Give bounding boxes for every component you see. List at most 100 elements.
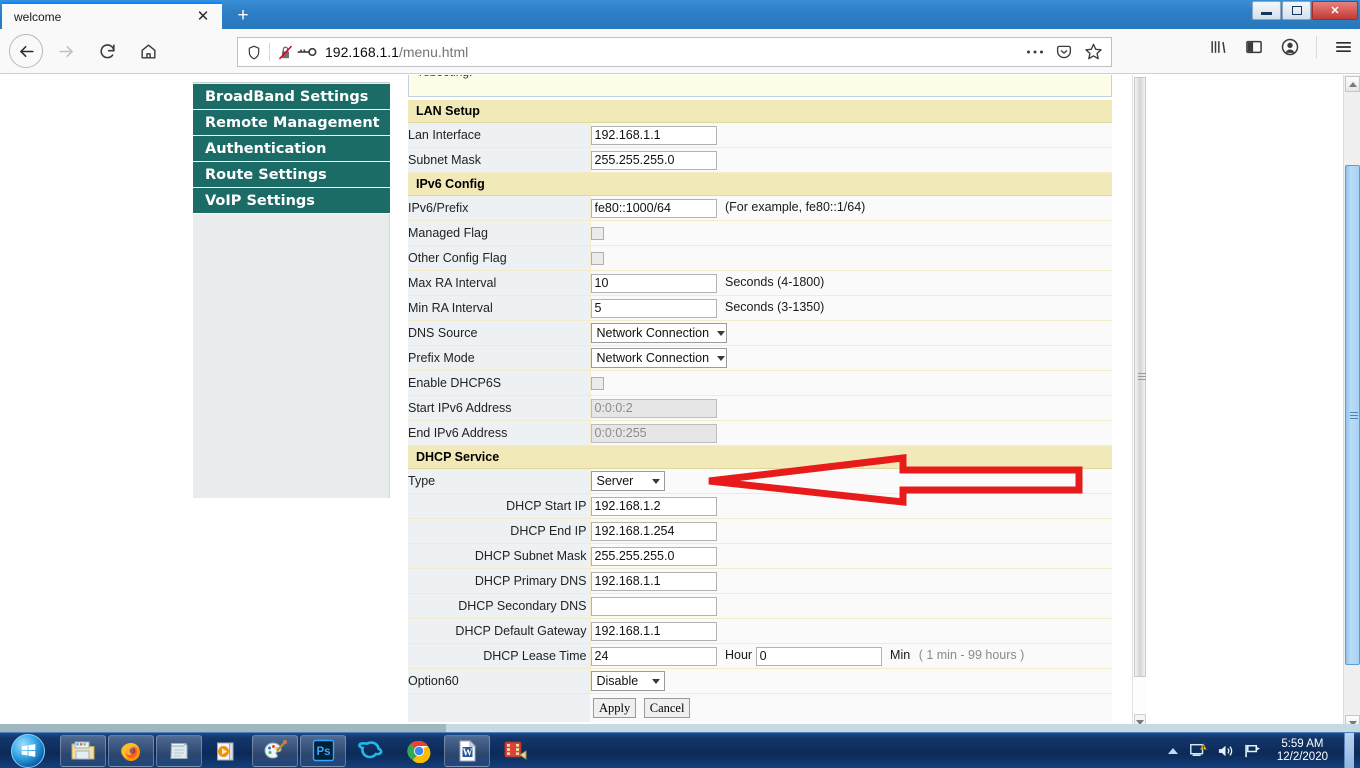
sidebar-item-label: Authentication — [205, 141, 327, 157]
url-divider — [269, 43, 270, 61]
taskbar-clock[interactable]: 5:59 AM 12/2/2020 — [1271, 738, 1334, 764]
restore-button[interactable] — [1282, 1, 1311, 20]
sidebar-toggle-icon[interactable] — [1244, 37, 1264, 57]
scrolled-off-notice: rebooting. — [408, 75, 1112, 97]
dhcp-lease-minutes-input[interactable] — [755, 646, 882, 666]
taskbar-item-media-player[interactable] — [204, 735, 250, 767]
url-text[interactable]: 192.168.1.1/menu.html — [325, 44, 468, 60]
taskbar-item-notepad[interactable] — [156, 734, 202, 767]
taskbar-item-google-chrome[interactable] — [396, 735, 442, 767]
label-dhcp-start-ip: DHCP Start IP — [408, 493, 591, 519]
tab-strip: welcome ✕ + — [0, 0, 1240, 29]
taskbar-item-photoshop[interactable]: Ps — [300, 734, 346, 767]
managed-flag-checkbox[interactable] — [590, 227, 604, 241]
option60-select[interactable]: Disable — [590, 671, 665, 691]
sidebar-item-broadband-settings[interactable]: BroadBand Settings — [193, 84, 390, 110]
scrolled-off-text: rebooting. — [419, 75, 472, 79]
ellipsis-icon[interactable] — [1026, 49, 1044, 55]
start-button[interactable] — [2, 733, 54, 768]
star-bookmark-icon[interactable] — [1084, 42, 1103, 61]
subnet-mask-input[interactable] — [590, 150, 717, 170]
table-row: Managed Flag — [408, 220, 1112, 246]
apply-button[interactable]: Apply — [593, 697, 637, 718]
windows-start-orb-icon — [11, 733, 45, 768]
browser-window: welcome ✕ + ✕ 192.168.1.1/menu.html Broa… — [0, 0, 1360, 768]
sidebar-item-label: BroadBand Settings — [205, 89, 369, 105]
library-icon[interactable] — [1208, 37, 1228, 57]
chevron-down-icon — [651, 678, 660, 684]
dhcp-default-gateway-input[interactable] — [590, 621, 717, 641]
show-desktop-button[interactable] — [1344, 733, 1354, 768]
back-arrow-icon[interactable] — [9, 34, 43, 68]
section-header-ipv6-config: IPv6 Config — [408, 172, 1112, 196]
cell-ipv6-prefix: (For example, fe80::1/64) — [590, 195, 1112, 221]
hamburger-menu-icon[interactable] — [1333, 37, 1354, 57]
url-host: 192.168.1.1 — [325, 44, 399, 60]
inner-scrollbar-thumb[interactable] — [1134, 77, 1146, 677]
sidebar-cut-item — [193, 75, 390, 83]
tracking-protection-shield-icon[interactable] — [246, 44, 262, 61]
max-ra-interval-input[interactable] — [590, 273, 717, 293]
taskbar-item-movie-maker[interactable] — [492, 735, 538, 767]
dhcp-type-select[interactable]: Server — [590, 471, 665, 491]
network-flag-icon[interactable] — [1244, 743, 1261, 759]
lan-interface-input[interactable] — [590, 125, 717, 145]
chevron-down-icon — [651, 478, 660, 484]
scroll-up-button[interactable] — [1345, 76, 1360, 92]
taskbar-item-microsoft-word[interactable]: W — [444, 734, 490, 767]
chevron-down-icon — [717, 355, 726, 361]
ipv6-prefix-input[interactable] — [590, 198, 717, 218]
close-tab-icon[interactable]: ✕ — [194, 8, 212, 26]
account-icon[interactable] — [1280, 37, 1300, 57]
cell-start-ipv6-address — [590, 395, 1112, 421]
browser-tab[interactable]: welcome ✕ — [2, 2, 222, 29]
taskbar-item-internet-explorer[interactable] — [348, 735, 394, 767]
sidebar-item-authentication[interactable]: Authentication — [193, 136, 390, 162]
dns-source-value: Network Connection — [596, 326, 710, 340]
inner-page-scrollbar[interactable] — [1132, 75, 1146, 732]
label-ipv6-prefix: IPv6/Prefix — [408, 195, 591, 221]
table-row: IPv6/Prefix (For example, fe80::1/64) — [408, 195, 1112, 221]
login-key-icon[interactable] — [297, 45, 317, 59]
cell-managed-flag — [590, 220, 1112, 246]
close-window-button[interactable]: ✕ — [1312, 1, 1358, 20]
label-dhcp-type: Type — [408, 468, 591, 494]
taskbar-item-firefox[interactable] — [108, 734, 154, 767]
show-hidden-icons-icon[interactable] — [1167, 746, 1179, 756]
prefix-mode-value: Network Connection — [596, 351, 710, 365]
cancel-button[interactable]: Cancel — [643, 697, 691, 718]
other-config-flag-checkbox[interactable] — [590, 252, 604, 266]
action-center-warning-icon[interactable] — [1189, 742, 1207, 760]
clock-date: 12/2/2020 — [1276, 751, 1328, 763]
toolbar-right-icons — [1208, 36, 1354, 58]
new-tab-icon[interactable]: + — [228, 3, 258, 29]
label-option60: Option60 — [408, 668, 591, 694]
pocket-save-icon[interactable] — [1055, 43, 1073, 61]
insecure-lock-icon[interactable] — [277, 44, 294, 61]
dhcp-lease-hours-input[interactable] — [590, 646, 717, 666]
dhcp-end-ip-input[interactable] — [590, 521, 717, 541]
prefix-mode-select[interactable]: Network Connection — [590, 348, 727, 368]
lease-min-unit-label: Min — [890, 648, 911, 663]
dhcp-primary-dns-input[interactable] — [590, 571, 717, 591]
sidebar-item-remote-management[interactable]: Remote Management — [193, 110, 390, 136]
minimize-button[interactable] — [1252, 1, 1281, 20]
dhcp-secondary-dns-input[interactable] — [590, 596, 717, 616]
taskbar-item-paint[interactable] — [252, 734, 298, 767]
browser-vertical-scrollbar[interactable] — [1343, 75, 1360, 732]
dns-source-select[interactable]: Network Connection — [590, 323, 727, 343]
home-icon[interactable] — [130, 33, 166, 69]
dhcp-start-ip-input[interactable] — [590, 496, 717, 516]
volume-icon[interactable] — [1217, 743, 1234, 759]
sidebar-item-route-settings[interactable]: Route Settings — [193, 162, 390, 188]
dhcp-subnet-mask-input[interactable] — [590, 546, 717, 566]
min-ra-interval-input[interactable] — [590, 298, 717, 318]
url-bar[interactable]: 192.168.1.1/menu.html — [237, 37, 1112, 67]
sidebar-item-voip-settings[interactable]: VoIP Settings — [193, 188, 390, 214]
browser-scrollbar-thumb[interactable] — [1345, 165, 1360, 665]
taskbar-item-file-explorer[interactable] — [60, 734, 106, 767]
desktop-background-left — [0, 724, 446, 732]
reload-icon[interactable] — [89, 33, 125, 69]
enable-dhcp6s-checkbox[interactable] — [590, 377, 604, 391]
router-sidebar-menu: BroadBand Settings Remote Management Aut… — [193, 75, 390, 498]
